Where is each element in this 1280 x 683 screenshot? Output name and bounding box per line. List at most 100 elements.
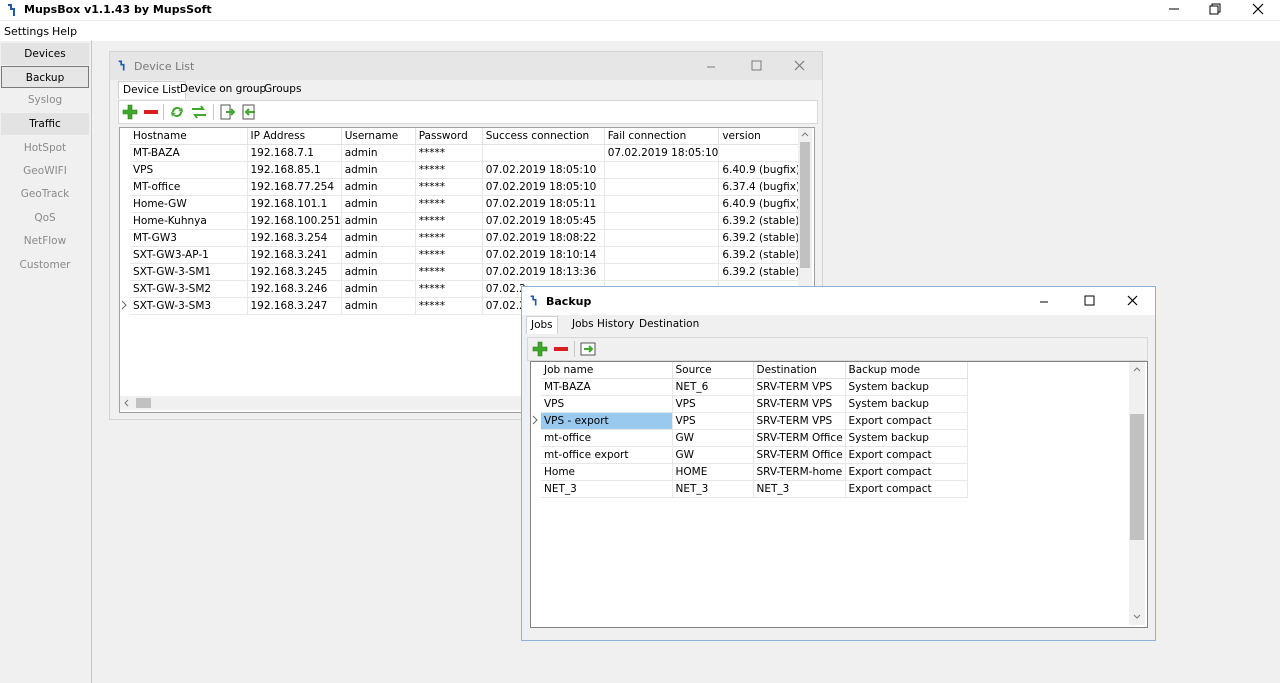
minimize-icon[interactable]	[1035, 293, 1055, 309]
table-cell[interactable]	[604, 161, 720, 179]
table-cell[interactable]: mt-office	[541, 429, 673, 447]
import-icon[interactable]	[241, 104, 257, 120]
table-cell[interactable]: NET_3	[672, 480, 754, 498]
table-cell[interactable]: VPS - export	[541, 412, 673, 430]
table-cell[interactable]: 192.168.3.245	[247, 263, 342, 281]
column-header[interactable]: Source	[672, 362, 754, 379]
table-cell[interactable]: admin	[341, 229, 416, 247]
table-cell[interactable]: 192.168.3.254	[247, 229, 342, 247]
table-cell[interactable]: System backup	[845, 378, 968, 396]
table-cell[interactable]: admin	[341, 246, 416, 264]
close-icon[interactable]	[1123, 293, 1143, 309]
scroll-thumb[interactable]	[136, 398, 151, 408]
table-cell[interactable]: admin	[341, 297, 416, 315]
table-cell[interactable]: MT-office	[130, 178, 248, 196]
table-cell[interactable]: admin	[341, 263, 416, 281]
table-cell[interactable]: NET_6	[672, 378, 754, 396]
table-cell[interactable]: *****	[415, 178, 483, 196]
scroll-down-icon[interactable]	[1133, 614, 1141, 620]
refresh-all-icon[interactable]	[191, 104, 207, 120]
column-header[interactable]: Hostname	[130, 128, 248, 145]
table-cell[interactable]: 192.168.3.246	[247, 280, 342, 298]
column-header[interactable]: Password	[415, 128, 483, 145]
table-row[interactable]: Home-GW 192.168.101.1 admin ***** 07.02.2019…	[120, 195, 807, 213]
tab-jobs-history[interactable]: Jobs History	[568, 316, 638, 334]
table-cell[interactable]: admin	[341, 212, 416, 230]
minimize-icon[interactable]	[702, 58, 722, 74]
table-cell[interactable]	[604, 229, 720, 247]
table-cell[interactable]: *****	[415, 161, 483, 179]
table-cell[interactable]: 192.168.85.1	[247, 161, 342, 179]
table-cell[interactable]: Export compact	[845, 412, 968, 430]
table-cell[interactable]: GW	[672, 429, 754, 447]
table-cell[interactable]: *****	[415, 246, 483, 264]
tab-device-on-group[interactable]: Device on group	[176, 81, 270, 99]
table-cell[interactable]: SRV-TERM Office	[753, 429, 846, 447]
scroll-left-icon[interactable]	[123, 399, 129, 407]
table-cell[interactable]: *****	[415, 280, 483, 298]
table-cell[interactable]: HOME	[672, 463, 754, 481]
export-icon[interactable]	[219, 104, 235, 120]
table-cell[interactable]: SRV-TERM VPS	[753, 378, 846, 396]
table-cell[interactable]: 6.40.9 (bugfix)	[718, 195, 807, 213]
table-cell[interactable]: 07.02.2019 18:05:10	[482, 161, 605, 179]
table-cell[interactable]: 07.02.2019 18:05:10	[604, 144, 720, 162]
table-row[interactable]: VPS 192.168.85.1 admin ***** 07.02.2019 18:0…	[120, 161, 807, 179]
add-icon[interactable]	[122, 104, 138, 120]
table-cell[interactable]: NET_3	[753, 480, 846, 498]
table-cell[interactable]: 192.168.3.247	[247, 297, 342, 315]
table-cell[interactable]: VPS	[672, 395, 754, 413]
table-cell[interactable]: *****	[415, 144, 483, 162]
table-cell[interactable]: System backup	[845, 429, 968, 447]
table-cell[interactable]: SXT-GW3-AP-1	[130, 246, 248, 264]
table-cell[interactable]: SXT-GW-3-SM1	[130, 263, 248, 281]
table-cell[interactable]: admin	[341, 144, 416, 162]
menu-help[interactable]: Help	[52, 25, 77, 38]
table-row[interactable]: MT-BAZA NET_6 SRV-TERM VPS System backup	[531, 378, 968, 396]
tab-jobs[interactable]: Jobs	[526, 316, 558, 334]
table-cell[interactable]: VPS	[672, 412, 754, 430]
table-cell[interactable]: 6.37.4 (bugfix)	[718, 178, 807, 196]
column-header[interactable]: IP Address	[247, 128, 342, 145]
table-cell[interactable]: Export compact	[845, 446, 968, 464]
close-icon[interactable]	[790, 58, 810, 74]
table-cell[interactable]: *****	[415, 263, 483, 281]
remove-icon[interactable]	[553, 341, 569, 357]
table-cell[interactable]: Export compact	[845, 463, 968, 481]
table-row[interactable]: VPS VPS SRV-TERM VPS System backup	[531, 395, 968, 413]
maximize-icon[interactable]	[1080, 293, 1100, 309]
scroll-up-icon[interactable]	[1133, 366, 1141, 372]
table-cell[interactable]: 192.168.3.241	[247, 246, 342, 264]
minimize-icon[interactable]	[1155, 0, 1195, 20]
table-cell[interactable]: Export compact	[845, 480, 968, 498]
table-cell[interactable]	[604, 195, 720, 213]
run-job-icon[interactable]	[580, 341, 596, 357]
table-cell[interactable]: admin	[341, 178, 416, 196]
maximize-icon[interactable]	[747, 58, 767, 74]
table-cell[interactable]: *****	[415, 212, 483, 230]
table-cell[interactable]: Home	[541, 463, 673, 481]
table-cell[interactable]: MT-BAZA	[130, 144, 248, 162]
table-cell[interactable]: 6.39.2 (stable)	[718, 263, 807, 281]
tab-destination[interactable]: Destination	[635, 316, 703, 334]
table-cell[interactable]: 192.168.7.1	[247, 144, 342, 162]
table-cell[interactable]	[604, 178, 720, 196]
table-cell[interactable]: 6.40.9 (bugfix)	[718, 161, 807, 179]
table-cell[interactable]: 07.02.2019 18:08:22	[482, 229, 605, 247]
table-row[interactable]: NET_3 NET_3 NET_3 Export compact	[531, 480, 968, 498]
table-cell[interactable]: NET_3	[541, 480, 673, 498]
column-header[interactable]: Username	[341, 128, 416, 145]
add-icon[interactable]	[532, 341, 548, 357]
table-cell[interactable]: 07.02.2019 18:05:10	[482, 178, 605, 196]
table-cell[interactable]: 07.02.2019 18:10:14	[482, 246, 605, 264]
table-cell[interactable]: 192.168.101.1	[247, 195, 342, 213]
table-cell[interactable]: SXT-GW-3-SM2	[130, 280, 248, 298]
table-row[interactable]: Home-Kuhnya 192.168.100.251 admin ***** 07.0…	[120, 212, 807, 230]
table-cell[interactable]: 07.02.2019 18:05:45	[482, 212, 605, 230]
table-cell[interactable]: MT-GW3	[130, 229, 248, 247]
backup-grid-vertical-scrollbar[interactable]	[1129, 362, 1145, 625]
menu-settings[interactable]: Settings	[4, 25, 49, 38]
table-row[interactable]: Home HOME SRV-TERM-home Export compact	[531, 463, 968, 481]
table-cell[interactable]: Home-Kuhnya	[130, 212, 248, 230]
nav-item-devices[interactable]: Devices	[1, 43, 89, 65]
